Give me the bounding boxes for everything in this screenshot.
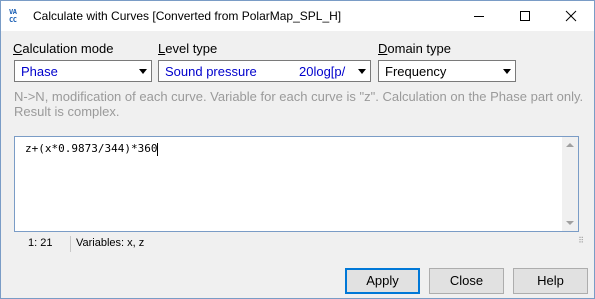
- text-caret: [157, 142, 159, 156]
- calculation-mode-label: Calculation mode: [13, 41, 113, 56]
- variables-info: Variables: x, z: [76, 237, 145, 249]
- status-bar: 1: 21 Variables: x, z ⠿: [14, 236, 586, 252]
- scroll-up-icon[interactable]: [566, 143, 574, 147]
- close-window-button[interactable]: [548, 1, 594, 31]
- domain-type-label-accel: D: [378, 41, 388, 56]
- level-type-label: Level type: [158, 41, 217, 56]
- calculation-mode-label-rest: alculation mode: [22, 41, 114, 56]
- domain-type-select[interactable]: Frequency: [378, 60, 516, 82]
- chevron-down-icon: [503, 69, 511, 74]
- title-bar: VA CC Calculate with Curves [Converted f…: [1, 1, 594, 31]
- resize-grip-icon[interactable]: ⠿: [574, 237, 584, 248]
- cursor-position: 1: 21: [28, 237, 53, 249]
- formula-text: z+(x*0.9873/344)*360: [25, 142, 158, 155]
- close-button[interactable]: Close: [429, 268, 504, 294]
- level-type-label-rest: evel type: [165, 41, 218, 56]
- maximize-icon: [520, 11, 530, 21]
- domain-type-label-rest: omain type: [387, 41, 451, 56]
- close-icon: [565, 10, 577, 22]
- window-title: Calculate with Curves [Converted from Po…: [33, 9, 342, 23]
- status-divider: [70, 236, 71, 252]
- app-icon-line-2: CC: [9, 16, 17, 24]
- level-type-select[interactable]: Sound pressure 20log[p/: [158, 60, 371, 82]
- description-text: N->N, modification of each curve. Variab…: [14, 89, 584, 119]
- dialog-window: VA CC Calculate with Curves [Converted f…: [0, 0, 595, 299]
- level-type-value: Sound pressure: [165, 64, 257, 79]
- level-type-value-extra: 20log[p/: [299, 64, 346, 79]
- scroll-down-icon[interactable]: [566, 221, 574, 225]
- calculation-mode-label-accel: C: [13, 41, 23, 56]
- apply-button[interactable]: Apply: [345, 268, 420, 294]
- vertical-scrollbar[interactable]: [562, 137, 578, 231]
- formula-line: z+(x*0.9873/344)*360: [25, 142, 159, 156]
- app-icon-line-1: VA: [9, 8, 17, 16]
- calculation-mode-value: Phase: [21, 64, 58, 79]
- maximize-button[interactable]: [502, 1, 548, 31]
- chevron-down-icon: [358, 69, 366, 74]
- app-icon: VA CC: [9, 8, 25, 24]
- minimize-button[interactable]: [456, 1, 502, 31]
- help-button[interactable]: Help: [513, 268, 588, 294]
- formula-editor[interactable]: z+(x*0.9873/344)*360: [14, 136, 579, 232]
- minimize-icon: [474, 15, 484, 17]
- domain-type-value: Frequency: [385, 64, 447, 79]
- calculation-mode-select[interactable]: Phase: [14, 60, 152, 82]
- domain-type-label: Domain type: [378, 41, 451, 56]
- chevron-down-icon: [139, 69, 147, 74]
